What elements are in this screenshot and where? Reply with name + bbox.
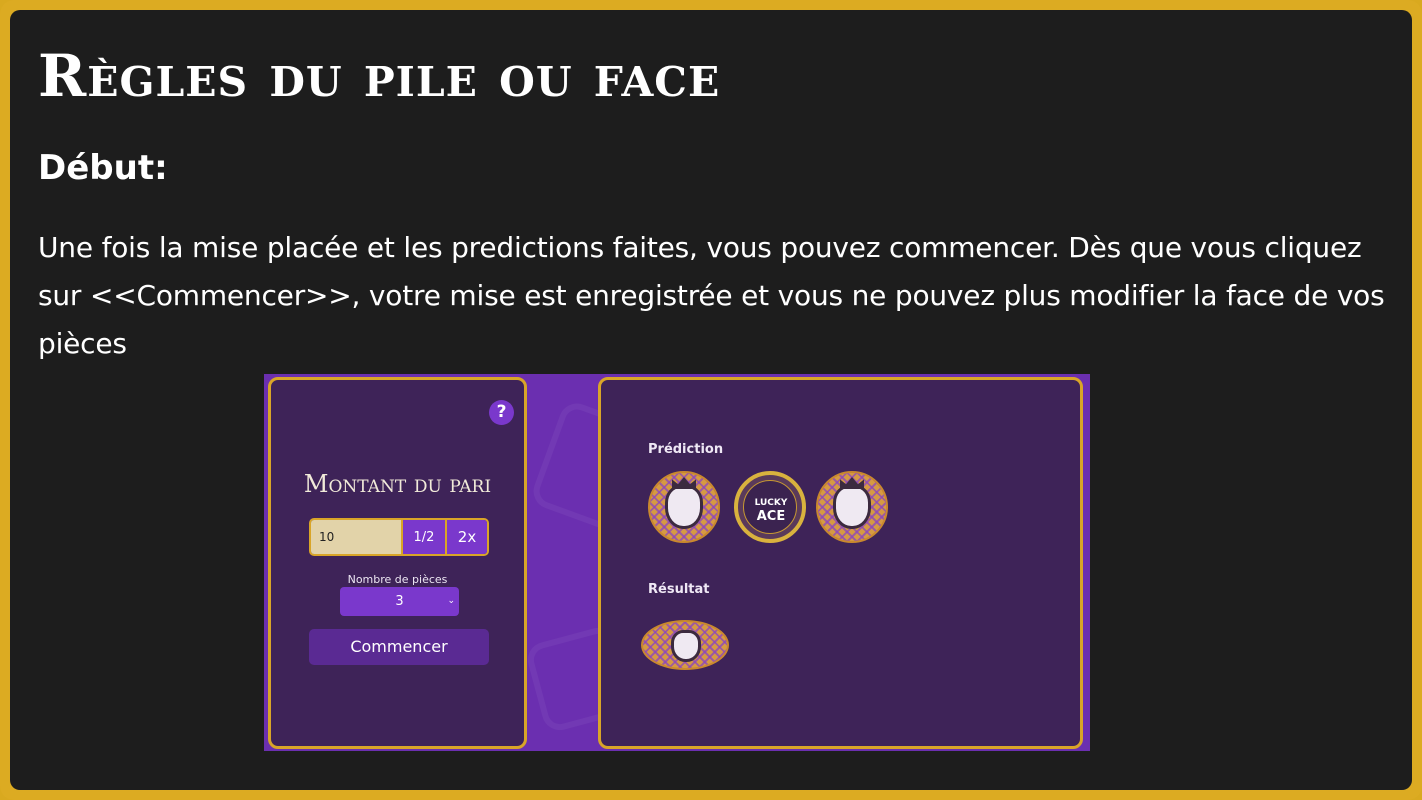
coin-count-label: Nombre de pièces: [347, 573, 448, 586]
prediction-coin-ace[interactable]: LUCKY ACE: [734, 471, 806, 543]
coin-count-value: 3: [395, 594, 404, 609]
section-subtitle: Début:: [38, 148, 168, 188]
page-title: Règles du pile ou face: [38, 42, 721, 110]
bet-amount-input[interactable]: [311, 520, 401, 554]
result-label: Résultat: [648, 582, 710, 597]
start-button[interactable]: Commencer: [309, 629, 489, 665]
prediction-coin-lion[interactable]: [816, 471, 888, 543]
double-bet-button[interactable]: 2x: [445, 520, 487, 554]
rules-panel: Règles du pile ou face Début: Une fois l…: [10, 10, 1412, 790]
bet-input-group: 1/2 2x: [309, 518, 489, 556]
ace-lucky-text: LUCKY: [754, 498, 788, 508]
help-icon[interactable]: ?: [489, 400, 514, 425]
lion-face-icon: [665, 485, 703, 529]
result-coin: [641, 620, 729, 670]
rules-paragraph: Une fois la mise placée et les predictio…: [38, 231, 1385, 360]
bet-amount-heading: Montant du pari: [303, 470, 492, 498]
bet-card: ? Montant du pari 1/2 2x Nombre de pièce…: [268, 377, 527, 749]
lion-face-icon: [671, 630, 701, 662]
prediction-coin-lion[interactable]: [648, 471, 720, 543]
prediction-card: Prédiction LUCKY ACE Résultat: [598, 377, 1083, 749]
crown-icon: [672, 477, 696, 489]
game-screenshot: ? Montant du pari 1/2 2x Nombre de pièce…: [264, 374, 1090, 751]
crown-icon: [840, 477, 864, 489]
ace-word-text: ACE: [756, 509, 786, 524]
half-bet-button[interactable]: 1/2: [401, 520, 445, 554]
coin-count-select[interactable]: 3 ⌄: [340, 587, 459, 616]
lucky-ace-icon: LUCKY ACE: [743, 480, 797, 534]
lion-face-icon: [833, 485, 871, 529]
prediction-label: Prédiction: [648, 442, 724, 457]
slide-frame: Règles du pile ou face Début: Une fois l…: [0, 0, 1422, 800]
chevron-down-icon: ⌄: [447, 596, 455, 606]
